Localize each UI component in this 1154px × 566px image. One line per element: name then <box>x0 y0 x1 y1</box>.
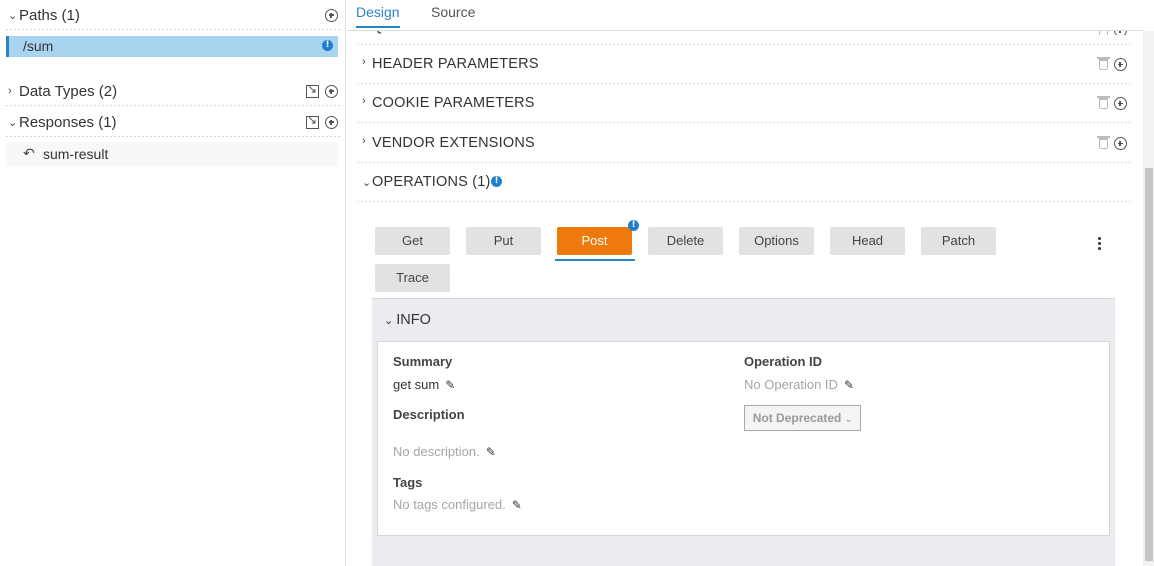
paths-section-label: Paths (1) <box>19 6 80 24</box>
chevron-right-icon: › <box>362 135 366 147</box>
chevron-right-icon: › <box>362 95 366 107</box>
section-label: VENDOR EXTENSIONS <box>372 135 535 151</box>
tab-source[interactable]: Source <box>431 4 475 20</box>
description-value[interactable]: No description. ✎ <box>393 444 496 459</box>
info-fields: Summary get sum ✎ Description No descript… <box>377 341 1110 536</box>
section-header-parameters[interactable]: › HEADER PARAMETERS <box>357 45 1133 84</box>
info-section-header[interactable]: ⌄ INFO <box>384 312 431 328</box>
operation-get-button[interactable]: Get <box>375 227 450 255</box>
editor-panel: Design Source › QUERY PARAMETERS › HEADE… <box>347 0 1154 566</box>
operation-id-label: Operation ID <box>744 354 823 369</box>
divider <box>6 105 340 106</box>
edit-pencil-icon[interactable]: ✎ <box>844 378 854 392</box>
warning-icon: ! <box>491 176 502 187</box>
vertical-scrollbar[interactable] <box>1143 31 1154 566</box>
section-label: HEADER PARAMETERS <box>372 56 539 72</box>
left-panel: ⌄ Paths (1) /sum ! › Data Types (2) ⌄ Re… <box>0 0 346 566</box>
responses-section-header[interactable]: ⌄ Responses (1) <box>0 107 346 137</box>
chevron-right-icon: › <box>362 56 366 68</box>
section-label: OPERATIONS (1) <box>372 174 491 190</box>
data-types-section-label: Data Types (2) <box>19 82 118 100</box>
add-icon[interactable] <box>1114 137 1127 150</box>
response-item-sum-result[interactable]: ↶ sum-result <box>6 142 338 166</box>
active-operation-indicator <box>555 259 635 261</box>
trash-icon[interactable] <box>1097 136 1110 149</box>
more-options-icon[interactable] <box>1098 237 1102 252</box>
summary-value[interactable]: get sum ✎ <box>393 377 455 392</box>
operation-head-button[interactable]: Head <box>830 227 905 255</box>
trash-icon[interactable] <box>1097 57 1110 70</box>
responses-section-label: Responses (1) <box>19 113 117 131</box>
paths-section-header[interactable]: ⌄ Paths (1) <box>0 0 346 30</box>
data-types-section-header[interactable]: › Data Types (2) <box>0 76 346 106</box>
import-response-icon[interactable] <box>306 113 319 129</box>
scrollbar-thumb[interactable] <box>1145 168 1153 561</box>
add-response-icon[interactable] <box>325 115 338 129</box>
add-icon[interactable] <box>1114 58 1127 71</box>
deprecated-select[interactable]: Not Deprecated ⌄ <box>744 405 861 431</box>
section-label: COOKIE PARAMETERS <box>372 95 535 111</box>
operation-post-button[interactable]: Post <box>557 227 632 255</box>
chevron-down-icon: ⌄ <box>362 177 372 189</box>
add-icon[interactable] <box>1114 97 1127 110</box>
chevron-down-icon: ⌄ <box>8 9 18 22</box>
section-operations[interactable]: ⌄ OPERATIONS (1) <box>357 163 1133 202</box>
operation-patch-button[interactable]: Patch <box>921 227 996 255</box>
section-cookie-parameters[interactable]: › COOKIE PARAMETERS <box>357 84 1133 123</box>
chevron-down-icon: ⌄ <box>844 414 853 424</box>
operation-id-value[interactable]: No Operation ID ✎ <box>744 377 854 392</box>
edit-pencil-icon[interactable]: ✎ <box>512 498 522 512</box>
edit-pencil-icon[interactable]: ✎ <box>486 445 496 459</box>
tab-bar: Design Source <box>347 0 1143 31</box>
chevron-down-icon: ⌄ <box>8 116 18 129</box>
chevron-right-icon: › <box>8 85 12 97</box>
path-item-label: /sum <box>23 38 54 54</box>
edit-pencil-icon[interactable]: ✎ <box>445 378 455 392</box>
tags-value[interactable]: No tags configured. ✎ <box>393 497 522 512</box>
divider <box>6 29 340 30</box>
info-section: ⌄ INFO Summary get sum ✎ Description No de… <box>372 298 1115 566</box>
path-item-sum[interactable]: /sum ! <box>6 36 338 57</box>
import-data-type-icon[interactable] <box>306 82 319 98</box>
response-item-label: sum-result <box>43 146 109 162</box>
trash-icon[interactable] <box>1097 96 1110 109</box>
warning-icon: ! <box>322 40 333 51</box>
divider <box>6 136 340 137</box>
operation-trace-button[interactable]: Trace <box>375 264 450 292</box>
info-title: INFO <box>396 312 431 328</box>
reply-icon: ↶ <box>23 145 35 161</box>
chevron-down-icon: ⌄ <box>384 315 394 327</box>
tab-design[interactable]: Design <box>356 4 400 28</box>
description-label: Description <box>393 407 465 422</box>
warning-icon: ! <box>628 220 639 231</box>
tags-label: Tags <box>393 475 423 490</box>
operation-options-button[interactable]: Options <box>739 227 814 255</box>
add-path-icon[interactable] <box>325 8 338 22</box>
add-data-type-icon[interactable] <box>325 84 338 98</box>
operation-put-button[interactable]: Put <box>466 227 541 255</box>
section-vendor-extensions[interactable]: › VENDOR EXTENSIONS <box>357 124 1133 163</box>
operation-delete-button[interactable]: Delete <box>648 227 723 255</box>
summary-label: Summary <box>393 354 453 369</box>
